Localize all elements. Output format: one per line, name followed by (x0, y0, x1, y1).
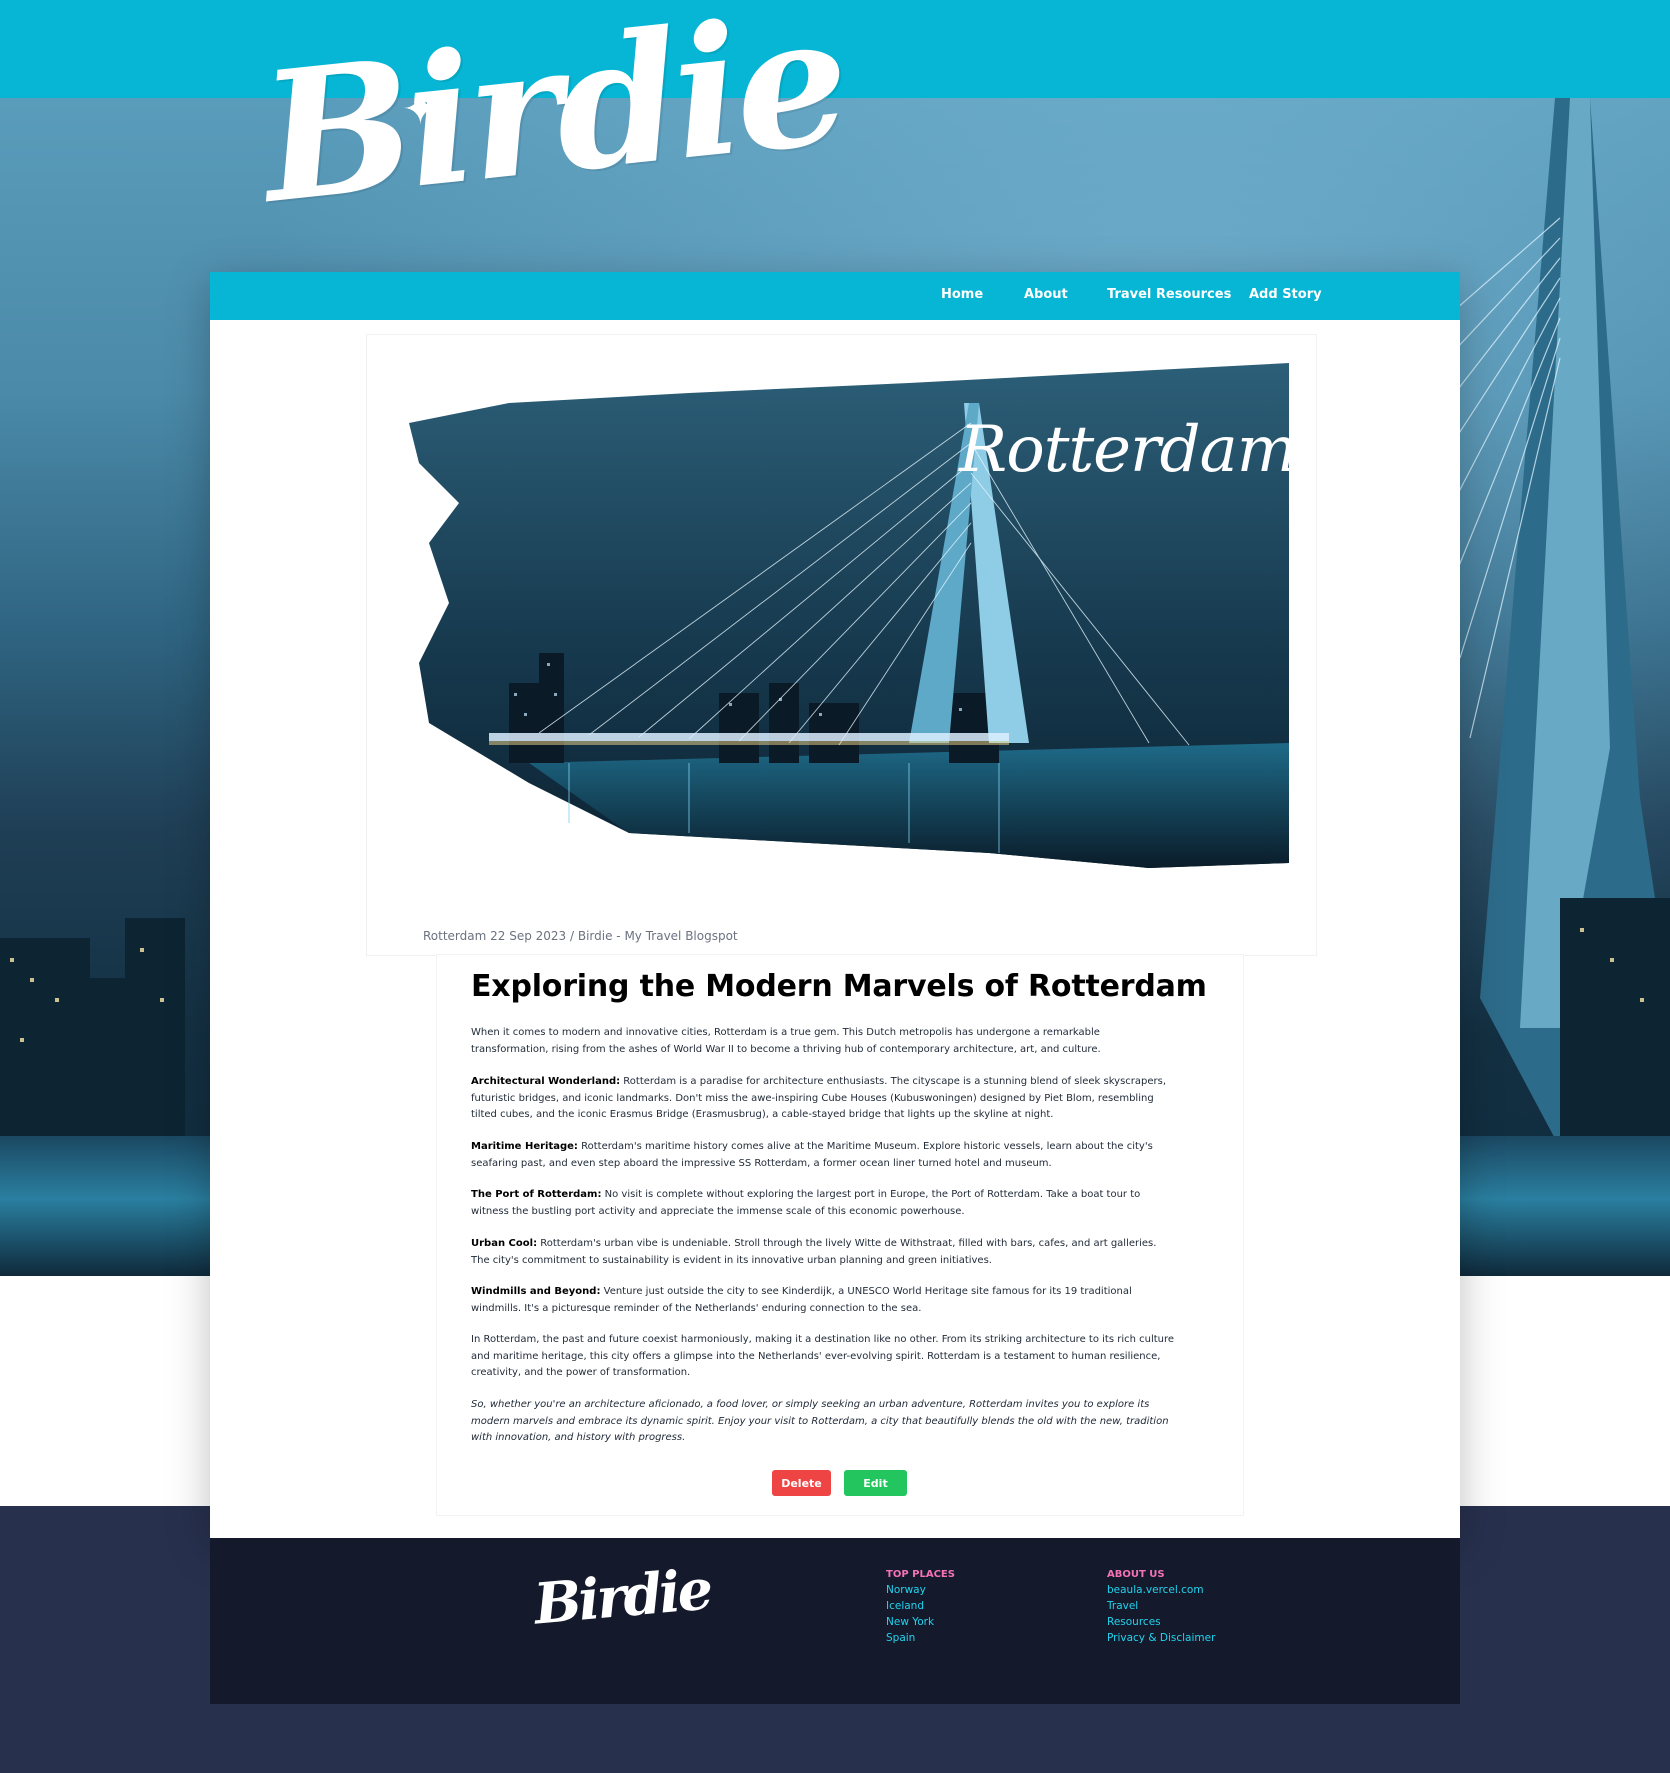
delete-button[interactable]: Delete (772, 1470, 831, 1496)
post-section: Architectural Wonderland: Rotterdam is a… (471, 1074, 1176, 1124)
nav-add-story[interactable]: Add Story (1249, 287, 1322, 302)
section-heading: Architectural Wonderland: (471, 1076, 621, 1087)
post-section: Windmills and Beyond: Venture just outsi… (471, 1284, 1176, 1317)
footer-link-spain[interactable]: Spain (886, 1632, 915, 1644)
footer-link-travel[interactable]: Travel (1107, 1600, 1138, 1612)
post-closing: So, whether you're an architecture afici… (471, 1399, 1169, 1443)
footer: Birdie TOP PLACES Norway Iceland New Yor… (210, 1538, 1460, 1704)
footer-link-new-york[interactable]: New York (886, 1616, 934, 1628)
section-body: Rotterdam's urban vibe is undeniable. St… (471, 1238, 1157, 1266)
main-card: Home About Travel Resources Add Story Ro… (210, 272, 1460, 1538)
section-heading: Windmills and Beyond: (471, 1286, 601, 1297)
nav-home[interactable]: Home (941, 287, 983, 302)
post-section: Urban Cool: Rotterdam's urban vibe is un… (471, 1236, 1176, 1269)
nav-travel-resources[interactable]: Travel Resources (1107, 287, 1231, 302)
post-conclusion: In Rotterdam, the past and future coexis… (471, 1334, 1175, 1378)
post-section: Maritime Heritage: Rotterdam's maritime … (471, 1139, 1176, 1172)
post-image-panel: Rotterdam (366, 334, 1317, 956)
footer-link-resources[interactable]: Resources (1107, 1616, 1161, 1628)
footer-about-heading: ABOUT US (1107, 1569, 1165, 1580)
section-heading: Urban Cool: (471, 1238, 538, 1249)
post-intro: When it comes to modern and innovative c… (471, 1027, 1101, 1055)
post-title: Exploring the Modern Marvels of Rotterda… (471, 969, 1207, 1004)
footer-top-places-heading: TOP PLACES (886, 1569, 955, 1580)
footer-logo[interactable]: Birdie (531, 1556, 712, 1637)
footer-link-iceland[interactable]: Iceland (886, 1600, 924, 1612)
nav-about[interactable]: About (1024, 287, 1068, 302)
navbar: Home About Travel Resources Add Story (210, 272, 1460, 320)
section-heading: The Port of Rotterdam: (471, 1189, 602, 1200)
edit-button[interactable]: Edit (844, 1470, 907, 1496)
section-heading: Maritime Heritage: (471, 1141, 578, 1152)
footer-link-norway[interactable]: Norway (886, 1584, 926, 1596)
footer-link-website[interactable]: beaula.vercel.com (1107, 1584, 1204, 1596)
post-image-title: Rotterdam (959, 413, 1297, 487)
post-section: The Port of Rotterdam: No visit is compl… (471, 1187, 1176, 1220)
footer-link-privacy[interactable]: Privacy & Disclaimer (1107, 1632, 1215, 1644)
post-meta: Rotterdam 22 Sep 2023 / Birdie - My Trav… (423, 929, 738, 943)
brand-star-icon: ✦ (402, 85, 439, 134)
